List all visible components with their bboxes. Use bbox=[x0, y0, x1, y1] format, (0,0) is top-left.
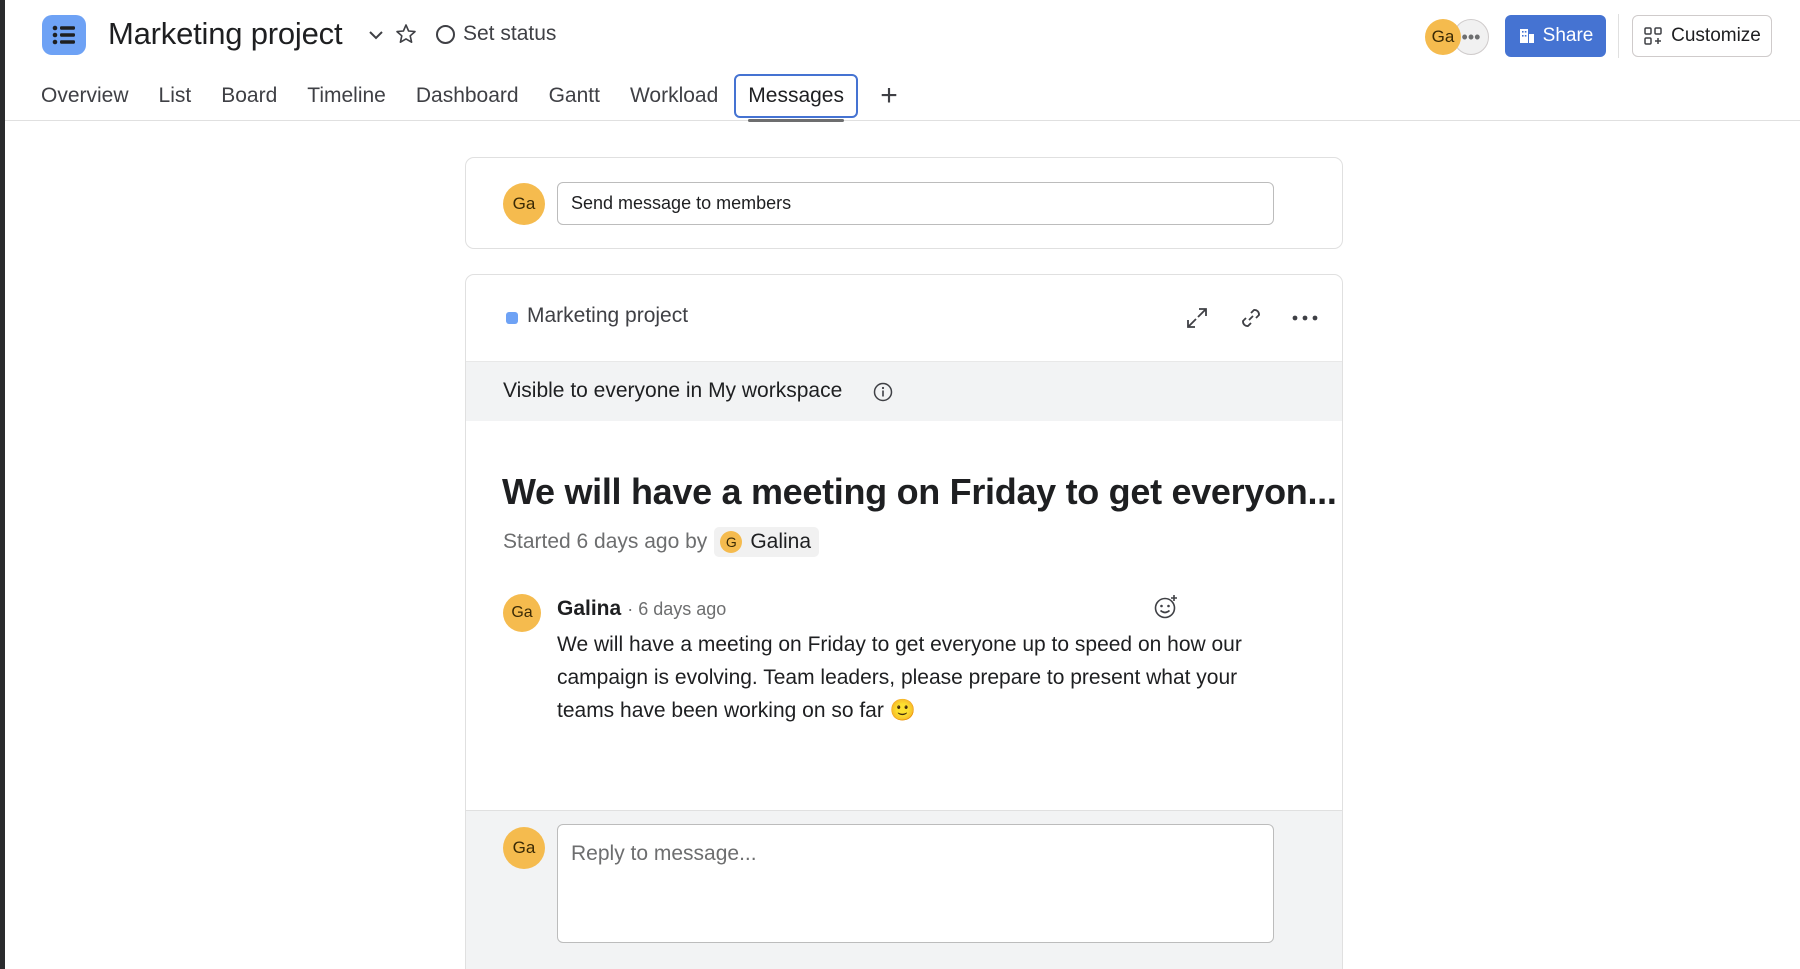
grid-icon bbox=[1644, 27, 1662, 45]
status-circle-icon bbox=[436, 24, 455, 44]
left-edge bbox=[0, 0, 5, 969]
star-icon[interactable] bbox=[394, 22, 418, 46]
author-chip[interactable]: G Galina bbox=[714, 527, 820, 557]
reply-input[interactable]: Reply to message... bbox=[557, 824, 1274, 943]
expand-icon[interactable] bbox=[1181, 302, 1213, 334]
reply-area: Ga Reply to message... bbox=[466, 810, 1342, 969]
started-prefix: Started 6 days ago by bbox=[503, 530, 708, 553]
customize-label: Customize bbox=[1671, 25, 1761, 46]
add-tab-icon[interactable]: + bbox=[874, 74, 904, 118]
tab-timeline[interactable]: Timeline bbox=[307, 74, 386, 118]
more-options-icon[interactable] bbox=[1289, 302, 1321, 334]
avatar[interactable]: Ga bbox=[1425, 19, 1461, 55]
tab-dashboard[interactable]: Dashboard bbox=[416, 74, 519, 118]
project-header: Marketing project Set status Ga ••• Shar… bbox=[5, 0, 1800, 122]
link-icon[interactable] bbox=[1235, 302, 1267, 334]
page-title[interactable]: Marketing project bbox=[108, 16, 343, 52]
message-title: We will have a meeting on Friday to get … bbox=[502, 471, 1337, 512]
header-divider bbox=[1618, 14, 1619, 58]
tab-workload[interactable]: Workload bbox=[630, 74, 718, 118]
message-card: Marketing project Visible to everyone in… bbox=[465, 274, 1343, 969]
share-button[interactable]: Share bbox=[1505, 15, 1606, 57]
tab-list[interactable]: List bbox=[159, 74, 192, 118]
author-name: Galina bbox=[750, 530, 812, 553]
visibility-text: Visible to everyone in My workspace bbox=[503, 379, 843, 402]
customize-button[interactable]: Customize bbox=[1632, 15, 1772, 57]
set-status-button[interactable]: Set status bbox=[436, 22, 556, 46]
project-tabs: Overview List Board Timeline Dashboard G… bbox=[41, 74, 904, 122]
started-by: Started 6 days ago by G Galina bbox=[503, 527, 820, 557]
comment-author[interactable]: Galina bbox=[557, 597, 621, 621]
send-message-card: Ga Send message to members bbox=[465, 157, 1343, 249]
project-color-dot bbox=[506, 312, 518, 324]
avatar: Ga bbox=[503, 183, 545, 225]
comment-body: We will have a meeting on Friday to get … bbox=[557, 633, 1242, 722]
avatar: G bbox=[720, 531, 743, 553]
share-label: Share bbox=[1542, 25, 1594, 46]
avatar[interactable]: Ga bbox=[503, 594, 541, 632]
set-status-label: Set status bbox=[463, 22, 557, 45]
list-glyph bbox=[52, 25, 75, 45]
tab-gantt[interactable]: Gantt bbox=[549, 74, 600, 118]
building-icon bbox=[1519, 29, 1534, 43]
add-reaction-icon[interactable] bbox=[1152, 593, 1180, 621]
avatar: Ga bbox=[503, 827, 545, 869]
info-icon[interactable] bbox=[872, 381, 894, 403]
message-card-header: Marketing project bbox=[466, 275, 1342, 361]
visibility-banner: Visible to everyone in My workspace bbox=[466, 361, 1342, 421]
list-icon[interactable] bbox=[42, 15, 86, 55]
tab-overview[interactable]: Overview bbox=[41, 74, 129, 118]
chevron-down-icon[interactable] bbox=[365, 26, 387, 44]
send-message-input[interactable]: Send message to members bbox=[557, 182, 1274, 225]
project-label[interactable]: Marketing project bbox=[527, 304, 688, 328]
comment-time: · 6 days ago bbox=[627, 599, 727, 619]
comment-meta: Galina · 6 days ago bbox=[557, 597, 726, 621]
tab-board[interactable]: Board bbox=[221, 74, 277, 118]
tab-messages[interactable]: Messages bbox=[734, 74, 858, 122]
